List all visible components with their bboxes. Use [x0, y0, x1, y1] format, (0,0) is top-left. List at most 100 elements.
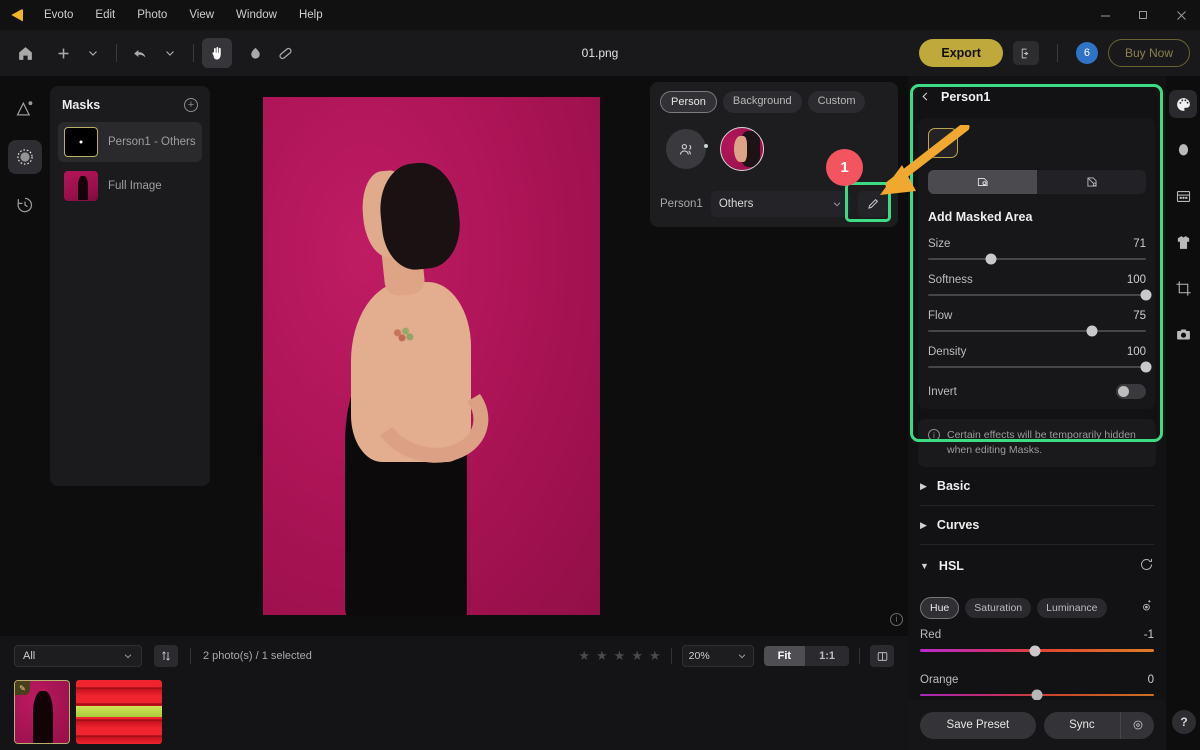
sort-arrows-icon[interactable]	[154, 645, 178, 667]
sync-button[interactable]: Sync	[1044, 712, 1120, 739]
hue-track[interactable]	[920, 689, 1154, 701]
tab-background[interactable]: Background	[722, 91, 802, 113]
color-palette-icon[interactable]	[1169, 90, 1197, 118]
fit-button[interactable]: Fit	[763, 646, 806, 666]
brush-icon[interactable]	[928, 128, 958, 158]
tab-custom[interactable]: Custom	[807, 91, 866, 113]
slider-track[interactable]	[928, 325, 1146, 337]
menu-item-view[interactable]: View	[178, 5, 225, 25]
crop-icon[interactable]	[1169, 274, 1197, 302]
edited-pencil-icon: ✎	[15, 681, 30, 695]
filter-select[interactable]: All	[14, 645, 142, 667]
menu-item-photo[interactable]: Photo	[126, 5, 178, 25]
save-preset-button[interactable]: Save Preset	[920, 711, 1036, 739]
credits-badge[interactable]: 6	[1075, 42, 1098, 64]
split-compare-icon[interactable]	[870, 645, 894, 667]
star-icon[interactable]: ★	[596, 648, 608, 664]
close-button[interactable]	[1162, 0, 1200, 30]
healing-patch-icon[interactable]	[270, 38, 300, 68]
title-bar: Evoto Edit Photo View Window Help	[0, 0, 1200, 30]
mask-dotted-circle-icon[interactable]	[8, 140, 42, 174]
caret-right-icon: ▶	[920, 480, 927, 491]
slider-knob[interactable]	[1140, 361, 1152, 373]
filmstrip-item-1[interactable]: ✎	[14, 680, 70, 744]
slider-knob[interactable]	[985, 253, 997, 265]
maximize-button[interactable]	[1124, 0, 1162, 30]
slider-track[interactable]	[928, 361, 1152, 373]
chevron-left-icon[interactable]	[920, 90, 931, 105]
texture-grid-icon[interactable]	[1169, 182, 1197, 210]
hand-tool-icon[interactable]	[202, 38, 232, 68]
edit-mask-pencil-icon[interactable]	[858, 191, 888, 217]
menu-item-evoto[interactable]: Evoto	[33, 5, 84, 25]
mask-mode-segmented	[928, 170, 1146, 194]
face-retouch-icon[interactable]	[1169, 136, 1197, 164]
view-mode-group: Fit 1:1	[763, 646, 849, 666]
mode-title: Add Masked Area	[928, 210, 1033, 224]
undo-chevron-down-icon[interactable]	[155, 38, 185, 68]
person1-face-thumb[interactable]	[720, 127, 764, 171]
invert-row: Invert	[928, 384, 1146, 399]
reset-circle-arrow-icon[interactable]	[1139, 557, 1154, 575]
info-icon: i	[928, 429, 940, 441]
slider-knob[interactable]	[1086, 325, 1097, 337]
undo-arrow-icon[interactable]	[125, 38, 155, 68]
mask-list-item-full-image[interactable]: Full Image	[58, 166, 202, 206]
tab-person[interactable]: Person	[660, 91, 717, 113]
slider-track[interactable]	[928, 289, 1152, 301]
canvas-area[interactable]	[212, 76, 650, 636]
plus-circle-icon[interactable]: +	[184, 98, 198, 112]
clothing-shirt-icon[interactable]	[1169, 228, 1197, 256]
buy-now-button[interactable]: Buy Now	[1107, 39, 1190, 67]
caret-right-icon: ▶	[920, 519, 927, 530]
slider-track[interactable]	[928, 253, 1146, 265]
export-share-icon[interactable]	[1012, 41, 1039, 65]
camera-icon[interactable]	[1169, 320, 1197, 348]
star-icon[interactable]: ★	[614, 648, 626, 664]
hue-track[interactable]	[920, 645, 1154, 657]
accordion-curves[interactable]: ▶ Curves	[920, 506, 1154, 546]
subtract-mask-icon[interactable]	[1037, 170, 1146, 194]
retouch-triangle-icon[interactable]	[8, 92, 42, 126]
brush-settings-card: Add Masked Area Size 71 Softness 100 Flo…	[918, 118, 1156, 409]
main-toolbar: 01.png Export 6 Buy Now	[0, 30, 1200, 76]
star-icon[interactable]: ★	[649, 648, 661, 664]
info-icon[interactable]: i	[890, 613, 903, 626]
one-to-one-button[interactable]: 1:1	[805, 646, 849, 666]
plus-icon[interactable]	[48, 38, 78, 68]
filmstrip-item-2[interactable]	[76, 680, 162, 744]
blur-brush-icon[interactable]	[240, 38, 270, 68]
export-button[interactable]: Export	[919, 39, 1003, 67]
home-icon[interactable]	[10, 38, 40, 68]
panel-title: Person1	[941, 90, 991, 104]
history-clock-icon[interactable]	[8, 188, 42, 222]
invert-toggle[interactable]	[1116, 384, 1146, 399]
accordion-basic[interactable]: ▶ Basic	[920, 467, 1154, 507]
hsl-knob[interactable]	[1029, 645, 1041, 657]
add-chevron-down-icon[interactable]	[78, 38, 108, 68]
menu-item-window[interactable]: Window	[225, 5, 288, 25]
star-icon[interactable]: ★	[578, 648, 590, 664]
slider-label: Size	[928, 238, 951, 250]
people-group-icon[interactable]	[666, 129, 706, 169]
menu-item-edit[interactable]: Edit	[84, 5, 126, 25]
mask-list-item-person1[interactable]: Person1 - Others	[58, 122, 202, 162]
rating-stars[interactable]: ★ ★ ★ ★ ★	[578, 648, 660, 664]
minimize-button[interactable]	[1086, 0, 1124, 30]
masks-title: Masks	[62, 98, 101, 112]
slider-knob[interactable]	[1140, 289, 1152, 301]
zoom-select[interactable]: 20%	[681, 645, 754, 667]
mask-part-select[interactable]: Others	[710, 191, 850, 217]
menu-item-help[interactable]: Help	[288, 5, 334, 25]
hsl-tab-luminance[interactable]: Luminance	[1037, 598, 1107, 619]
target-picker-icon[interactable]	[1140, 599, 1154, 618]
sync-settings-icon[interactable]	[1120, 711, 1154, 739]
person-label: Person1	[660, 198, 703, 210]
add-mask-icon[interactable]	[928, 170, 1037, 194]
hsl-tab-saturation[interactable]: Saturation	[965, 598, 1032, 619]
main-photo[interactable]	[262, 97, 600, 615]
hsl-tab-hue[interactable]: Hue	[920, 597, 960, 620]
help-button[interactable]: ?	[1172, 710, 1196, 734]
star-icon[interactable]: ★	[631, 648, 643, 664]
accordion-hsl[interactable]: ▼ HSL	[920, 545, 1154, 587]
